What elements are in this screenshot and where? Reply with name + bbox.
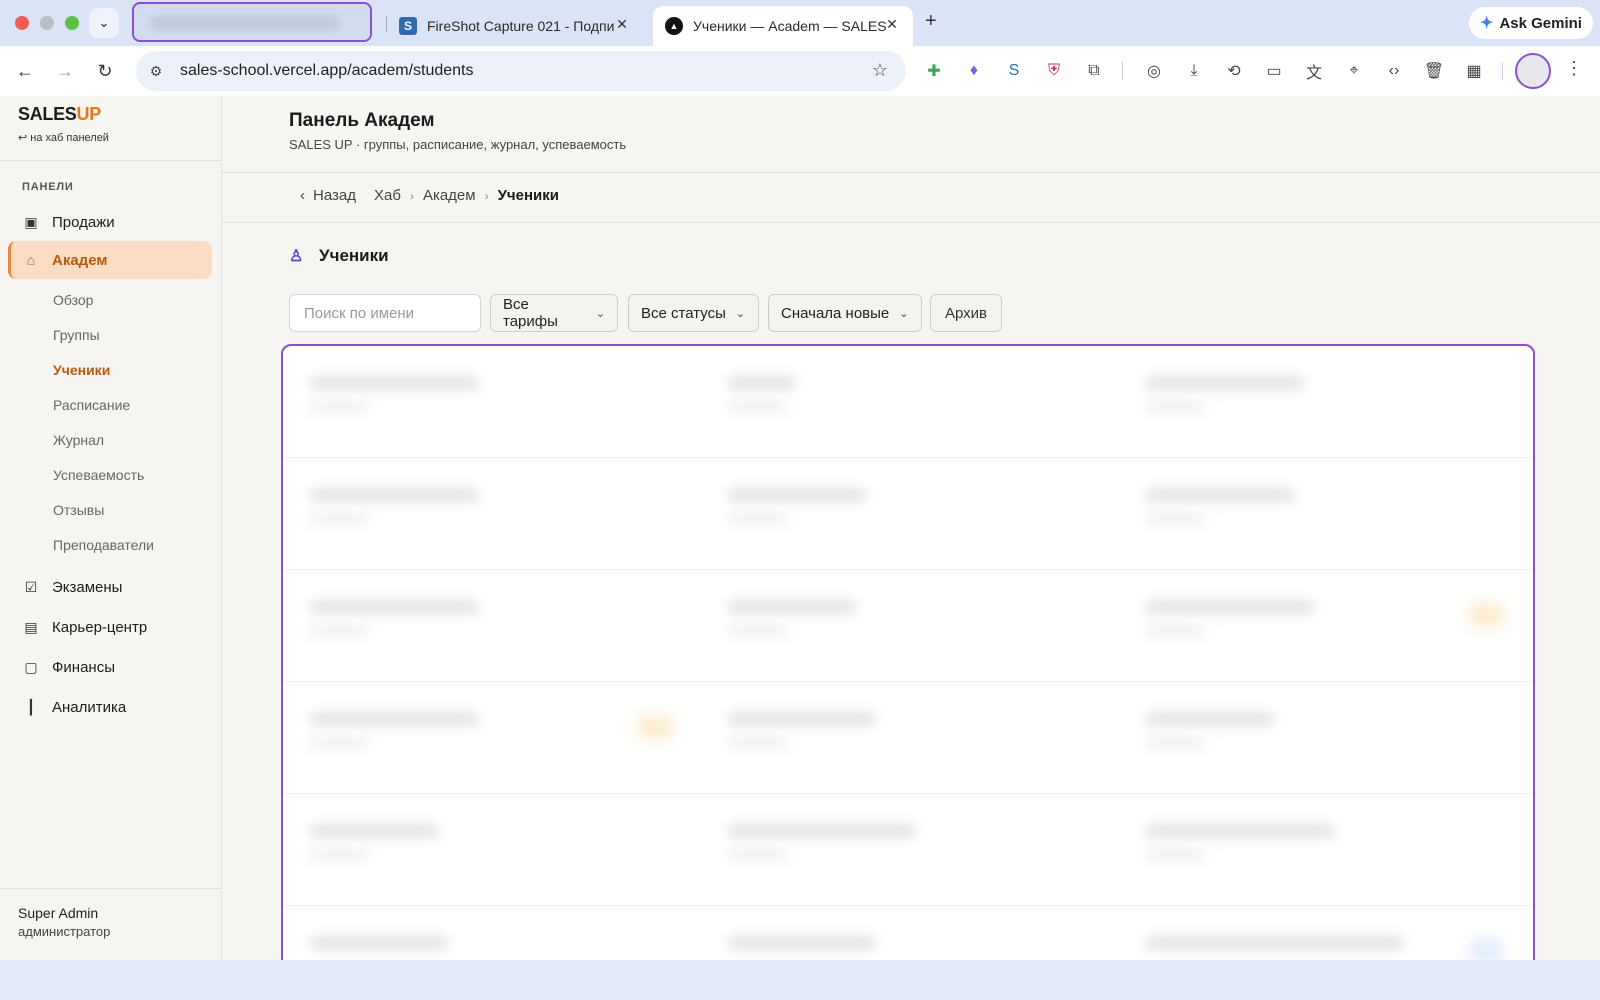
breadcrumb-academ[interactable]: Академ: [423, 187, 476, 204]
profile-avatar[interactable]: [1515, 53, 1551, 89]
ask-gemini-button[interactable]: ✦ Ask Gemini: [1469, 7, 1593, 39]
sidebar-subitem-performance[interactable]: Успеваемость: [53, 467, 144, 483]
sidebar-subitem-journal[interactable]: Журнал: [53, 432, 104, 448]
download-icon[interactable]: ⤓: [1182, 59, 1206, 83]
chevron-left-icon: ‹: [300, 187, 305, 204]
close-window-button[interactable]: [15, 16, 29, 30]
maximize-window-button[interactable]: [65, 16, 79, 30]
sidebar-item-academ[interactable]: ⌂ Академ: [8, 241, 212, 279]
gemini-spark-icon: ✦: [1480, 15, 1494, 32]
chevron-right-icon: ›: [484, 188, 489, 203]
archive-button[interactable]: Архив: [930, 294, 1003, 332]
extension-add-icon[interactable]: ✚: [922, 59, 946, 83]
bottom-fade: [0, 960, 1600, 1000]
briefcase-icon: ▣: [24, 213, 38, 230]
sidebar-subitem-groups[interactable]: Группы: [53, 327, 100, 343]
bar-chart-icon: ┃: [26, 698, 36, 715]
layout-panel-icon[interactable]: ▦: [1462, 59, 1486, 83]
brand-logo[interactable]: SALESUP: [18, 104, 101, 125]
history-icon[interactable]: ⟲: [1222, 59, 1246, 83]
chevron-down-icon: ⌄: [899, 307, 909, 320]
bookmark-star-icon[interactable]: ☆: [872, 60, 888, 81]
site-settings-icon[interactable]: ⚙: [146, 63, 166, 80]
sidebar-item-finance[interactable]: ▢ Финансы: [8, 648, 212, 686]
chevron-down-icon: ⌄: [595, 307, 605, 320]
chevron-down-icon: ⌄: [98, 15, 110, 30]
browser-toolbar: ← → ↻ ⚙ sales-school.vercel.app/academ/s…: [0, 46, 1600, 96]
vercel-favicon-icon: ▲: [665, 17, 683, 35]
location-pin-icon[interactable]: ⌖: [1342, 59, 1366, 83]
status-select[interactable]: Все статусы ⌄: [628, 294, 759, 332]
trash-icon[interactable]: 🗑: [1422, 59, 1446, 83]
minimize-window-button[interactable]: [40, 16, 54, 30]
sidebar-item-sales[interactable]: ▣ Продажи: [8, 203, 212, 241]
wallet-icon: ▢: [24, 658, 38, 675]
extension-shield-icon[interactable]: ⛨: [1042, 59, 1066, 83]
graduation-cap-icon: ⌂: [26, 252, 36, 268]
sidebar-item-exams[interactable]: ☑ Экзамены: [8, 568, 212, 606]
search-input[interactable]: [289, 294, 481, 332]
sidebar-item-career[interactable]: ▤ Карьер-центр: [8, 608, 212, 646]
extension-fireshot-icon[interactable]: S: [1002, 59, 1026, 83]
forward-arrow-icon[interactable]: →: [52, 58, 78, 84]
address-bar[interactable]: ⚙ sales-school.vercel.app/academ/student…: [136, 51, 906, 91]
url-path: /academ/students: [347, 62, 474, 79]
tab-blurred[interactable]: [132, 2, 372, 42]
table-row[interactable]: [283, 682, 1533, 794]
translate-icon[interactable]: 文: [1302, 59, 1326, 83]
back-to-hub-link[interactable]: ↩ на хаб панелей: [18, 131, 109, 144]
page: SALESUP ↩ на хаб панелей ПАНЕЛИ ▣ Продаж…: [0, 96, 1600, 1000]
table-row[interactable]: [283, 794, 1533, 906]
user-icon: ♙: [289, 248, 304, 265]
user-role: администратор: [18, 924, 111, 939]
table-row[interactable]: [283, 346, 1533, 458]
code-brackets-icon[interactable]: ‹›: [1382, 59, 1406, 83]
fireshot-favicon-icon: S: [399, 17, 417, 35]
page-title: Панель Академ: [289, 110, 435, 131]
tab-fireshot[interactable]: S FireShot Capture 021 - Подпи ✕: [397, 6, 643, 46]
students-table-blurred: [281, 344, 1535, 1000]
tab-students[interactable]: ▲ Ученики — Academ — SALES ✕: [653, 6, 913, 46]
extensions-puzzle-icon[interactable]: ⧉: [1082, 59, 1106, 83]
sidebar-item-analytics[interactable]: ┃ Аналитика: [8, 688, 212, 726]
sidebar-subitem-schedule[interactable]: Расписание: [53, 397, 130, 413]
tab-search-button[interactable]: ⌄: [89, 8, 119, 38]
more-menu-icon[interactable]: ⋮: [1565, 58, 1583, 79]
back-arrow-icon[interactable]: ←: [12, 58, 38, 84]
main-content: Панель Академ SALES UP · группы, расписа…: [222, 96, 1600, 1000]
close-tab-icon[interactable]: ✕: [883, 16, 901, 33]
clipboard-check-icon: ☑: [24, 578, 38, 595]
back-button[interactable]: ‹ Назад: [300, 187, 356, 204]
chevron-right-icon: ›: [409, 188, 414, 203]
section-title: ♙ Ученики: [289, 246, 389, 265]
table-row[interactable]: [283, 458, 1533, 570]
browser-tab-bar: ⌄ S FireShot Capture 021 - Подпи ✕ ▲ Уче…: [0, 0, 1600, 46]
close-tab-icon[interactable]: ✕: [613, 16, 631, 33]
panels-section-label: ПАНЕЛИ: [22, 181, 74, 193]
building-icon: ▤: [24, 618, 38, 635]
devices-icon[interactable]: ▭: [1262, 59, 1286, 83]
user-name: Super Admin: [18, 905, 99, 921]
new-tab-button[interactable]: +: [925, 10, 937, 33]
sidebar-subitem-teachers[interactable]: Преподаватели: [53, 537, 154, 553]
tariff-select[interactable]: Все тарифы ⌄: [490, 294, 618, 332]
chevron-down-icon: ⌄: [735, 307, 746, 320]
breadcrumb-students: Ученики: [497, 187, 559, 204]
breadcrumb-hub[interactable]: Хаб: [374, 187, 401, 204]
breadcrumb: ‹ Назад Хаб › Академ › Ученики: [300, 187, 559, 204]
sidebar: SALESUP ↩ на хаб панелей ПАНЕЛИ ▣ Продаж…: [0, 96, 222, 960]
screenshot-icon[interactable]: ◎: [1142, 59, 1166, 83]
sort-select[interactable]: Сначала новые ⌄: [768, 294, 922, 332]
page-subtitle: SALES UP · группы, расписание, журнал, у…: [289, 137, 627, 152]
sidebar-subitem-reviews[interactable]: Отзывы: [53, 502, 104, 518]
table-row[interactable]: [283, 570, 1533, 682]
sidebar-subitem-overview[interactable]: Обзор: [53, 292, 93, 308]
sidebar-subitem-students[interactable]: Ученики: [53, 362, 110, 378]
url-host: sales-school.vercel.app: [180, 62, 348, 79]
extension-flame-icon[interactable]: ♦: [962, 59, 986, 83]
reload-icon[interactable]: ↻: [92, 58, 118, 84]
